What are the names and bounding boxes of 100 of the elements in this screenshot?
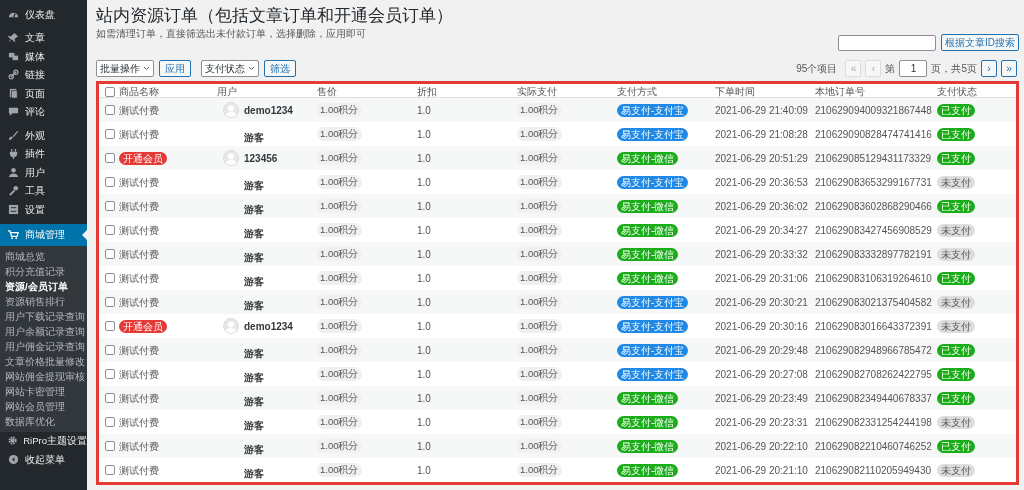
search-field[interactable]	[838, 34, 936, 51]
submenu-item[interactable]: 用户余额记录查询	[0, 323, 87, 339]
apply-button[interactable]: 应用	[159, 60, 191, 77]
chevron-down-icon	[143, 66, 150, 71]
payment-method-tag: 易支付-支付宝	[617, 127, 689, 141]
order-number: 210629082210460746252	[815, 439, 933, 454]
submenu-item[interactable]: 资源销售排行	[0, 293, 87, 309]
row-checkbox[interactable]	[105, 153, 115, 163]
media-icon	[8, 50, 19, 62]
row-checkbox[interactable]	[105, 441, 115, 451]
submenu-item[interactable]: 用户下载记录查询	[0, 308, 87, 324]
submenu-item[interactable]: 数据库优化	[0, 413, 87, 429]
sidebar-item[interactable]: RiPro主题设置	[0, 431, 87, 450]
order-time: 2021-06-29 20:30:16	[715, 319, 809, 334]
page-number-field[interactable]: 1	[899, 60, 928, 77]
payment-method-tag: 易支付-微信	[617, 271, 679, 285]
user-name: 游客	[244, 226, 264, 241]
product-name: 测试付费	[119, 463, 159, 478]
paid-amount-tag: 1.00积分	[517, 318, 562, 334]
next-page-button[interactable]: ›	[981, 60, 997, 77]
comment-icon	[8, 106, 19, 118]
discount-value: 1.0	[417, 439, 432, 454]
payment-method-tag: 易支付-支付宝	[617, 319, 689, 333]
last-page-button[interactable]: »	[1001, 60, 1017, 77]
row-checkbox[interactable]	[105, 465, 115, 475]
submenu-item[interactable]: 资源/会员订单	[0, 278, 87, 294]
payment-status-tag: 未支付	[937, 223, 975, 237]
paid-amount-tag: 1.00积分	[517, 414, 562, 430]
sidebar-item[interactable]: 收起菜单	[0, 450, 87, 469]
payment-status-tag: 已支付	[937, 271, 975, 285]
row-checkbox[interactable]	[105, 129, 115, 139]
discount-value: 1.0	[417, 127, 432, 142]
discount-value: 1.0	[417, 319, 432, 334]
sidebar-item[interactable]: 商城管理	[0, 223, 87, 246]
sidebar-item[interactable]: 用户	[0, 163, 87, 182]
sidebar-item[interactable]: 链接	[0, 65, 87, 84]
search-button[interactable]: 根据文章ID搜索	[941, 34, 1019, 51]
select-all-checkbox[interactable]	[105, 86, 115, 97]
submenu-item[interactable]: 商城总览	[0, 248, 87, 264]
row-checkbox[interactable]	[105, 321, 115, 331]
paid-amount-tag: 1.00积分	[517, 102, 562, 118]
filter-button[interactable]: 筛选	[264, 60, 296, 77]
column-header: 折扣	[417, 85, 438, 99]
submenu-item[interactable]: 网站卡密管理	[0, 383, 87, 399]
order-time: 2021-06-29 20:31:06	[715, 271, 809, 286]
payment-method-tag: 易支付-微信	[617, 463, 679, 477]
row-checkbox[interactable]	[105, 417, 115, 427]
submenu-item[interactable]: 积分充值记录	[0, 263, 87, 279]
page-label: 第	[885, 62, 896, 76]
payment-method-tag: 易支付-微信	[617, 247, 679, 261]
row-checkbox[interactable]	[105, 177, 115, 187]
price-tag: 1.00积分	[317, 150, 362, 166]
status-select[interactable]: 支付状态	[201, 60, 259, 77]
sidebar-item[interactable]: 设置	[0, 200, 87, 219]
submenu-item[interactable]: 用户佣金记录查询	[0, 338, 87, 354]
pushpin-icon	[8, 32, 19, 44]
payment-status-tag: 未支付	[937, 175, 975, 189]
row-checkbox[interactable]	[105, 273, 115, 283]
price-tag: 1.00积分	[317, 294, 362, 310]
sidebar-item[interactable]: 工具	[0, 181, 87, 200]
sidebar-item[interactable]: 文章	[0, 28, 87, 47]
user-name: 游客	[244, 418, 264, 433]
payment-status-tag: 未支付	[937, 295, 975, 309]
member-tag: 开通会员	[119, 151, 167, 165]
paid-amount-tag: 1.00积分	[517, 174, 562, 190]
bulk-action-select[interactable]: 批量操作	[96, 60, 154, 77]
discount-value: 1.0	[417, 247, 432, 262]
row-checkbox[interactable]	[105, 297, 115, 307]
order-number: 210629083332897782191	[815, 247, 933, 262]
row-checkbox[interactable]	[105, 105, 115, 115]
price-tag: 1.00积分	[317, 366, 362, 382]
row-checkbox[interactable]	[105, 345, 115, 355]
row-checkbox[interactable]	[105, 249, 115, 259]
payment-status-tag: 已支付	[937, 127, 975, 141]
row-checkbox[interactable]	[105, 225, 115, 235]
submenu-item[interactable]: 文章价格批量修改	[0, 353, 87, 369]
discount-value: 1.0	[417, 463, 432, 478]
sidebar-item[interactable]: 页面	[0, 84, 87, 103]
order-time: 2021-06-29 20:51:29	[715, 151, 809, 166]
order-number: 210629083021375404582	[815, 295, 933, 310]
page-subtitle: 如需清理订单，直接筛选出未付款订单，选择删除，应用即可	[96, 28, 367, 40]
order-number: 210629090828474741416	[815, 127, 933, 142]
row-checkbox[interactable]	[105, 393, 115, 403]
page-total-label: 页，共5页	[931, 62, 977, 76]
order-number: 210629083602868290466	[815, 199, 933, 214]
submenu-item[interactable]: 网站会员管理	[0, 398, 87, 414]
order-time: 2021-06-29 21:08:28	[715, 127, 809, 142]
row-checkbox[interactable]	[105, 369, 115, 379]
payment-method-tag: 易支付-微信	[617, 391, 679, 405]
row-checkbox[interactable]	[105, 201, 115, 211]
sidebar-item[interactable]: 外观	[0, 126, 87, 145]
submenu-item[interactable]: 网站佣金提现审核	[0, 368, 87, 384]
user-icon	[8, 166, 19, 178]
column-header: 下单时间	[715, 85, 756, 99]
payment-method-tag: 易支付-微信	[617, 415, 679, 429]
sidebar-item[interactable]: 仪表盘	[0, 5, 87, 24]
sidebar-item[interactable]: 评论	[0, 102, 87, 121]
sidebar-item[interactable]: 媒体	[0, 47, 87, 66]
sidebar-item[interactable]: 插件	[0, 144, 87, 163]
order-time: 2021-06-29 20:33:32	[715, 247, 809, 262]
